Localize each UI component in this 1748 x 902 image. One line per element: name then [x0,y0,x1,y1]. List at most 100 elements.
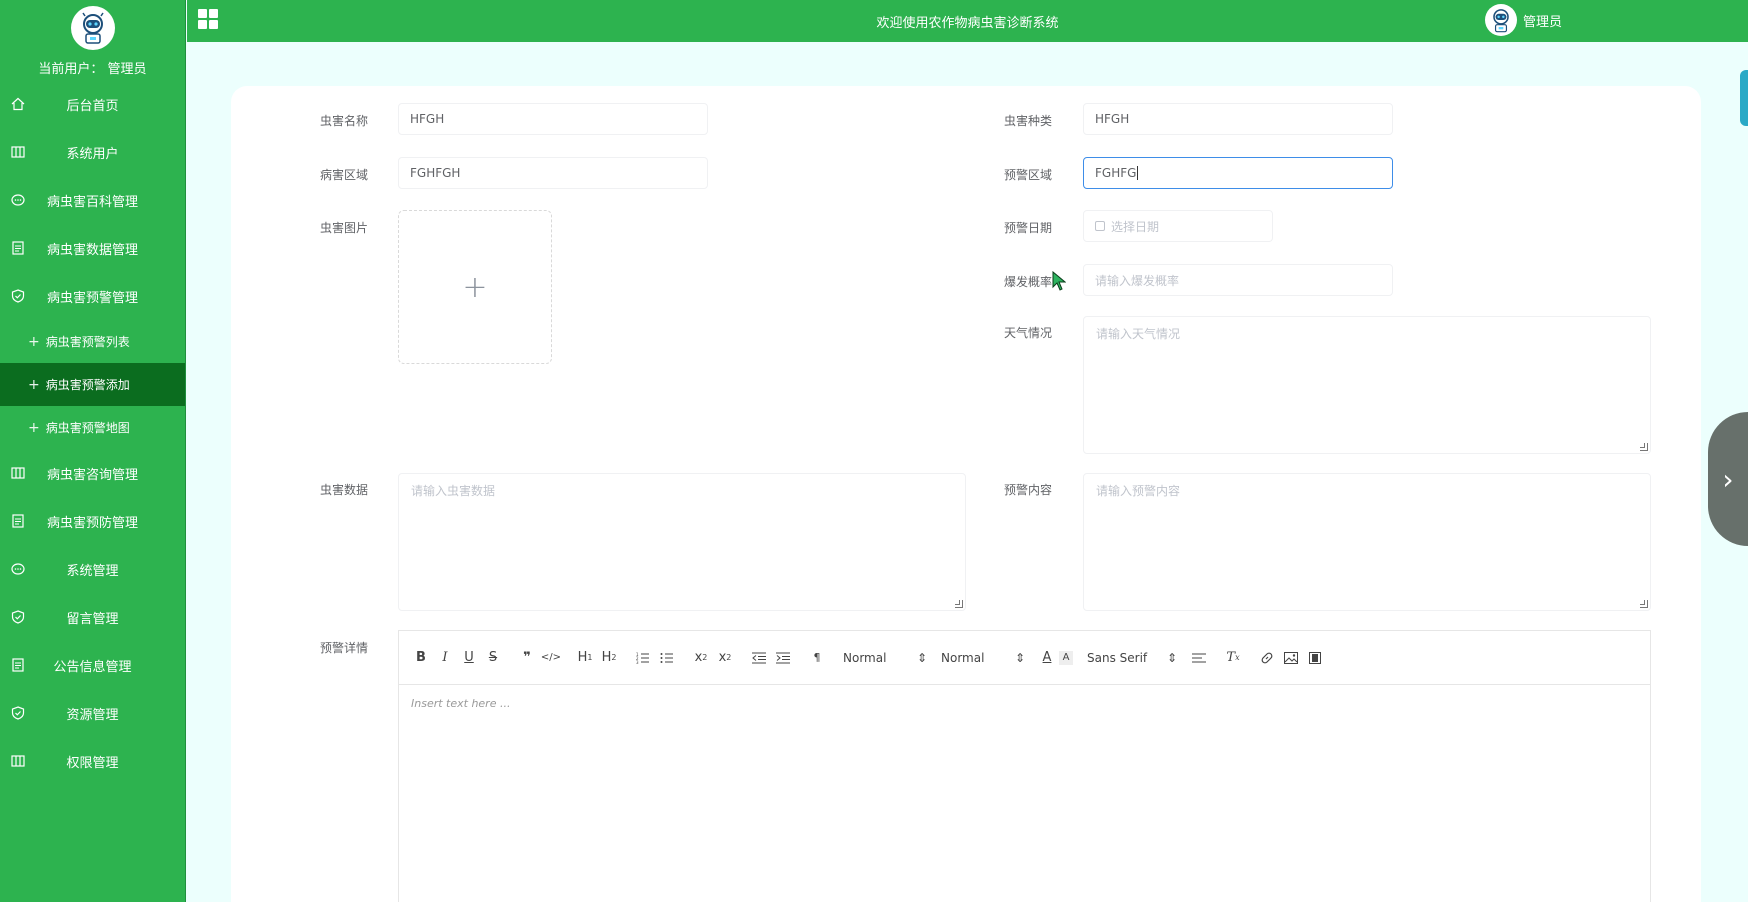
editor-content-area[interactable]: Insert text here ... [399,685,1650,722]
resize-handle-icon[interactable] [955,600,963,608]
svg-text:3: 3 [636,660,639,664]
current-user-label: 当前用户： 管理员 [38,62,147,77]
sidebar-subitem-warning-list[interactable]: + 病虫害预警列表 [0,320,185,363]
updown-icon: ⇕ [916,650,927,665]
sidebar-item-home[interactable]: 后台首页 [0,80,185,128]
home-icon [10,96,26,112]
document-icon [10,240,26,256]
pest-name-input[interactable]: HFGH [398,103,708,135]
top-header: 欢迎使用农作物病虫害诊断系统 管理员 [187,0,1748,42]
heading1-icon[interactable]: H1 [573,646,597,670]
form-card: 虫害名称 HFGH 虫害种类 HFGH 病害区域 FGHFGH 预警区域 FGH… [231,86,1701,902]
sidebar-subitem-label: 病虫害预警列表 [45,335,130,349]
clear-format-icon[interactable]: Tx [1221,646,1245,670]
font-select[interactable]: Sans Serif ⇕ [1087,651,1177,665]
align-icon[interactable] [1187,646,1211,670]
sidebar-item-notices[interactable]: 公告信息管理 [0,641,185,689]
blockquote-icon[interactable]: ❞ [515,646,539,670]
weather-label: 天气情况 [1003,326,1052,340]
warning-content-textarea[interactable]: 请输入预警内容 [1083,473,1651,611]
ordered-list-icon[interactable]: 123 [631,646,655,670]
sidebar: 当前用户： 管理员 后台首页 系统用户 病虫害百科管理 病虫害数据管理 病虫害预… [0,0,186,902]
indent-icon[interactable] [771,646,795,670]
video-icon[interactable] [1303,646,1327,670]
warning-date-picker[interactable]: 选择日期 [1083,210,1273,242]
pest-data-textarea[interactable]: 请输入虫害数据 [398,473,966,611]
sidebar-subitem-warning-add[interactable]: + 病虫害预警添加 [0,363,185,406]
robot-avatar-icon [1484,4,1517,36]
resize-handle-icon[interactable] [1640,443,1648,451]
sidebar-item-encyclopedia[interactable]: 病虫害百科管理 [0,176,185,224]
weather-placeholder: 请输入天气情况 [1096,327,1181,341]
updown-icon: ⇕ [1166,650,1177,665]
sidebar-item-prevention[interactable]: 病虫害预防管理 [0,497,185,545]
calendar-icon [1095,221,1105,231]
sidebar-item-consult[interactable]: 病虫害咨询管理 [0,449,185,497]
mouse-cursor-icon [1052,270,1067,291]
warning-area-input[interactable]: FGHFG [1083,157,1393,189]
outdent-icon[interactable] [747,646,771,670]
sidebar-subitem-label: 病虫害预警添加 [45,378,130,392]
underline-icon[interactable]: U [457,646,481,670]
sidebar-item-warning[interactable]: 病虫害预警管理 [0,272,185,320]
shield-check-icon [10,609,26,625]
image-icon[interactable] [1279,646,1303,670]
bullet-list-icon[interactable] [655,646,679,670]
superscript-icon[interactable]: x2 [713,646,737,670]
chat-icon [10,561,26,577]
warning-content-placeholder: 请输入预警内容 [1096,484,1181,498]
shield-check-icon [10,705,26,721]
columns-icon [10,753,26,769]
edge-scroll-tab[interactable] [1740,70,1748,126]
size-select[interactable]: Normal ⇕ [941,651,1025,665]
updown-icon: ⇕ [1014,650,1025,665]
warning-area-label: 预警区域 [1003,168,1052,182]
pest-image-label: 虫害图片 [319,221,368,235]
editor-toolbar: B I U S ❞ </> H1 H2 123 x2 x2 ¶ Normal ⇕ [399,631,1650,685]
sidebar-user-block: 当前用户： 管理员 [0,0,185,80]
subscript-icon[interactable]: x2 [689,646,713,670]
strike-icon[interactable]: S [481,646,505,670]
background-color-icon[interactable]: A [1059,650,1073,665]
code-block-icon[interactable]: </> [539,646,563,670]
sidebar-item-resources[interactable]: 资源管理 [0,689,185,737]
header-select[interactable]: Normal ⇕ [843,651,927,665]
font-color-icon[interactable]: A [1035,646,1059,670]
pest-type-value: HFGH [1095,112,1130,126]
sidebar-item-messages[interactable]: 留言管理 [0,593,185,641]
sidebar-item-system-users[interactable]: 系统用户 [0,128,185,176]
sidebar-item-label: 病虫害咨询管理 [46,467,138,483]
outbreak-rate-input[interactable]: 请输入爆发概率 [1083,264,1393,296]
weather-textarea[interactable]: 请输入天气情况 [1083,316,1651,454]
heading2-icon[interactable]: H2 [597,646,621,670]
warning-date-placeholder: 选择日期 [1111,219,1160,234]
header-user-name: 管理员 [1522,14,1562,30]
text-caret [1137,166,1139,180]
sidebar-item-data[interactable]: 病虫害数据管理 [0,224,185,272]
pest-type-input[interactable]: HFGH [1083,103,1393,135]
sidebar-menu: 后台首页 系统用户 病虫害百科管理 病虫害数据管理 病虫害预警管理 + 病虫害预… [0,80,185,785]
sidebar-item-label: 系统管理 [66,563,119,579]
pest-name-value: HFGH [410,112,445,126]
disease-area-value: FGHFGH [410,166,461,180]
pest-name-label: 虫害名称 [319,114,368,128]
link-icon[interactable] [1255,646,1279,670]
italic-icon[interactable]: I [433,646,457,670]
bold-icon[interactable]: B [409,646,433,670]
shield-check-icon [10,288,26,304]
sidebar-item-system[interactable]: 系统管理 [0,545,185,593]
resize-handle-icon[interactable] [1640,600,1648,608]
header-user[interactable]: 管理员 [1484,4,1562,36]
size-select-value: Normal [941,650,985,665]
plus-icon: + [462,269,488,305]
sidebar-item-label: 公告信息管理 [53,659,132,675]
sidebar-item-permissions[interactable]: 权限管理 [0,737,185,785]
text-direction-icon[interactable]: ¶ [805,646,829,670]
sidebar-subitem-warning-map[interactable]: + 病虫害预警地图 [0,406,185,449]
plus-icon: + [28,333,40,350]
image-upload[interactable]: + [398,210,552,364]
rich-text-editor: B I U S ❞ </> H1 H2 123 x2 x2 ¶ Normal ⇕ [398,630,1651,902]
disease-area-input[interactable]: FGHFGH [398,157,708,189]
sidebar-item-label: 系统用户 [66,146,119,162]
chevron-right-icon[interactable]: › [1708,412,1748,546]
